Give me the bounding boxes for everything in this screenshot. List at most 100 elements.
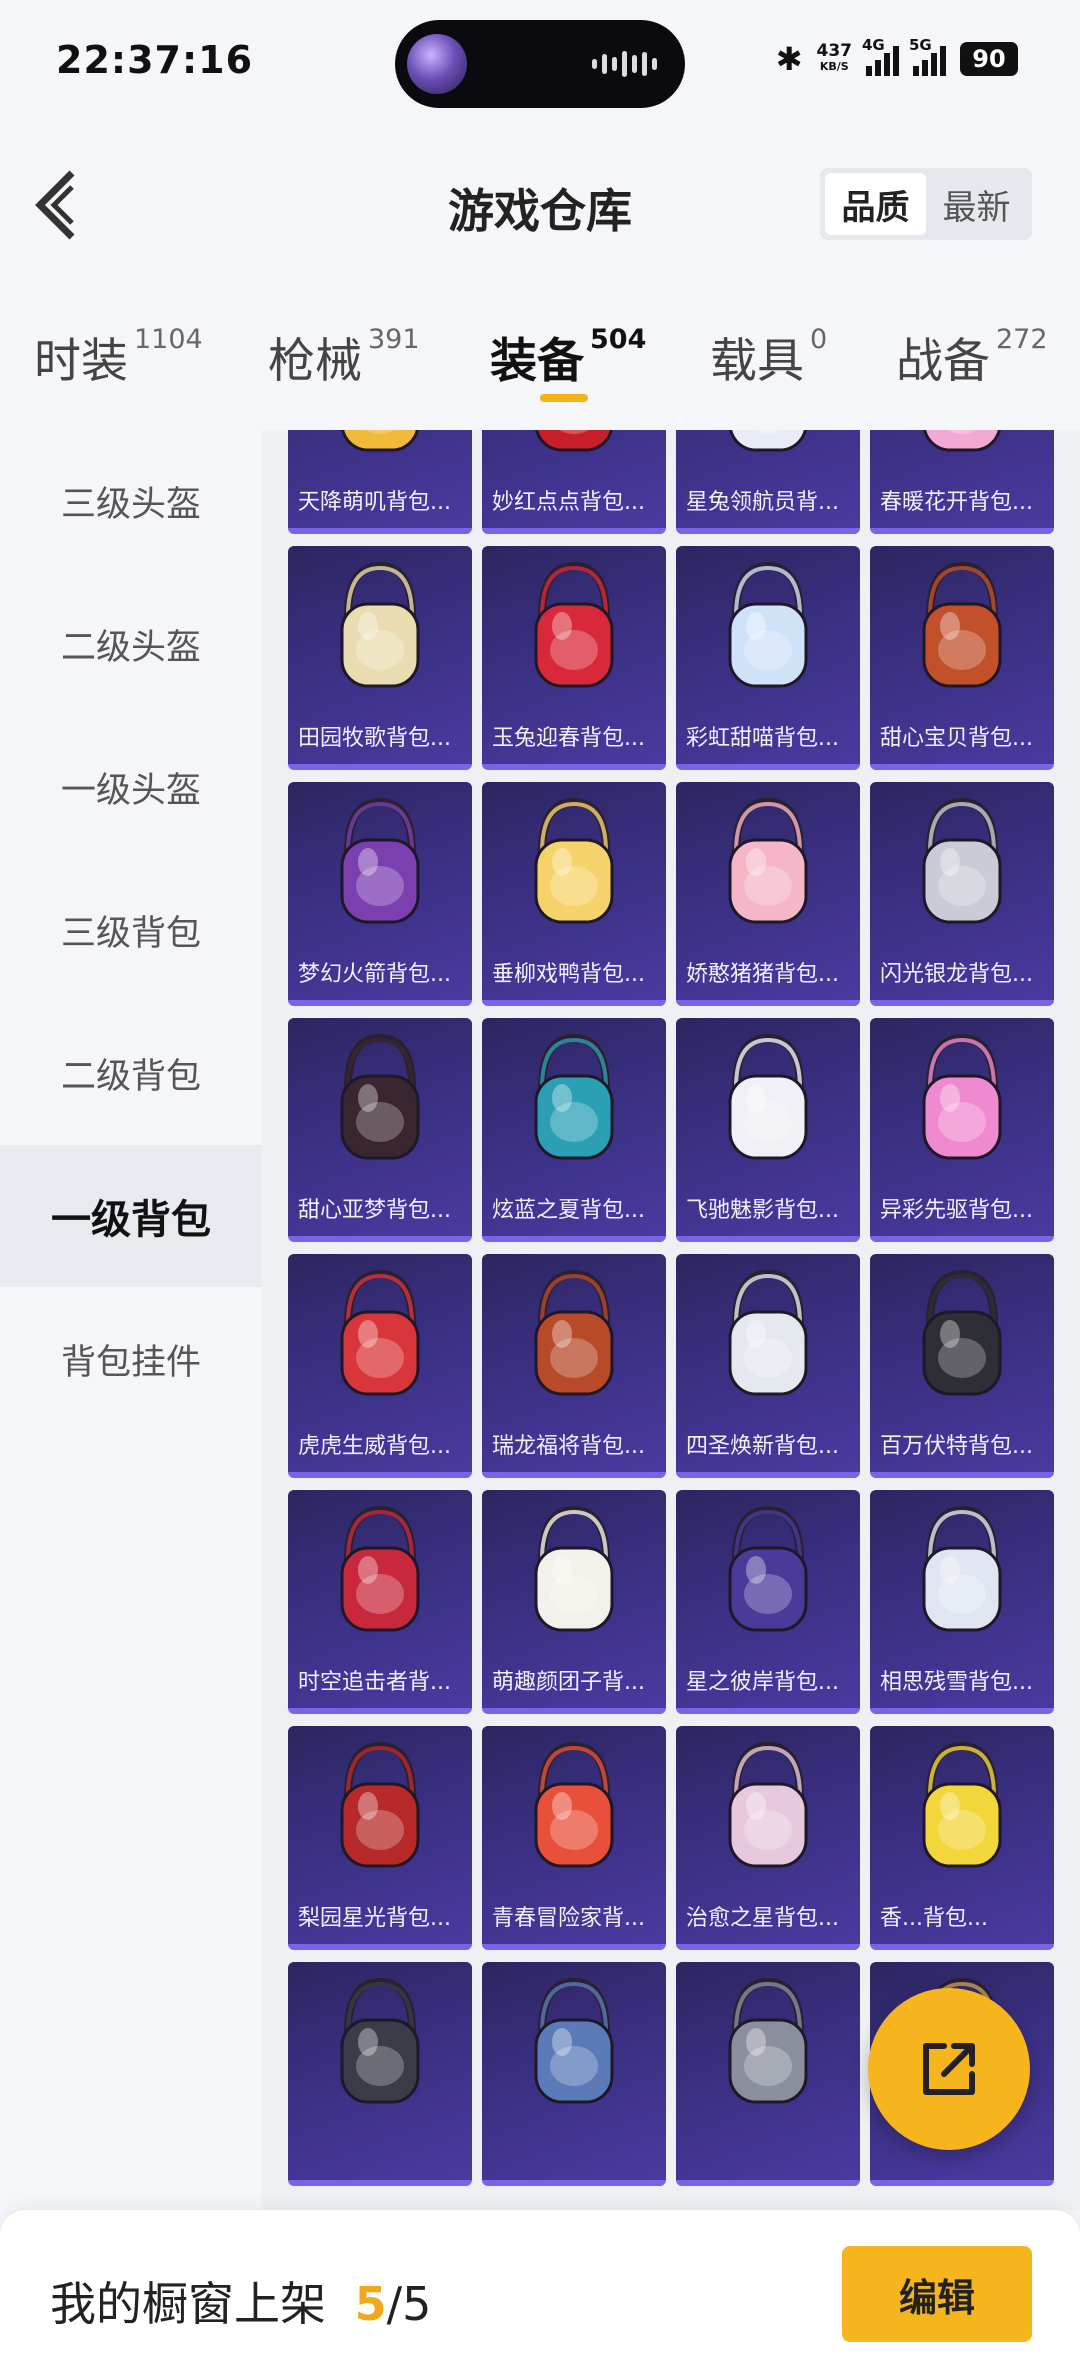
- tab-count: 1104: [134, 324, 203, 355]
- sort-toggle: 品质 最新: [820, 168, 1032, 240]
- dynamic-island[interactable]: [395, 20, 685, 108]
- backpack-icon: [870, 782, 1054, 952]
- item-card[interactable]: [676, 1962, 860, 2186]
- backpack-icon: [676, 782, 860, 952]
- tab-vehicles[interactable]: 载具 0: [710, 322, 827, 391]
- tab-label: 枪械: [268, 334, 362, 389]
- sort-quality-option[interactable]: 品质: [825, 173, 926, 235]
- showcase-status: 我的橱窗上架 5/5: [50, 2268, 431, 2334]
- item-name: 异彩先驱背包...: [880, 1198, 1033, 1223]
- item-card[interactable]: 天降萌叽背包...: [288, 430, 472, 534]
- sidebar-item-backpack-1[interactable]: 一级背包: [0, 1145, 262, 1287]
- item-card[interactable]: 彩虹甜喵背包...: [676, 546, 860, 770]
- item-card[interactable]: 异彩先驱背包...: [870, 1018, 1054, 1242]
- tab-label: 装备: [490, 334, 584, 389]
- backpack-icon: [676, 1254, 860, 1424]
- backpack-icon: [288, 430, 472, 480]
- backpack-icon: [288, 1490, 472, 1660]
- backpack-icon: [288, 782, 472, 952]
- tab-supplies[interactable]: 战备 272: [896, 322, 1048, 391]
- tab-weapons[interactable]: 枪械 391: [268, 322, 420, 391]
- sidebar-item-helmet-3[interactable]: 三级头盔: [0, 430, 262, 572]
- item-card[interactable]: 青春冒险家背...: [482, 1726, 666, 1950]
- item-name: 时空追击者背...: [298, 1670, 451, 1695]
- item-name: 梦幻火箭背包...: [298, 962, 451, 987]
- item-name: 垂柳戏鸭背包...: [492, 962, 645, 987]
- item-card[interactable]: 甜心宝贝背包...: [870, 546, 1054, 770]
- backpack-icon: [288, 1962, 472, 2132]
- sort-newest-option[interactable]: 最新: [926, 173, 1027, 235]
- status-time: 22:37:16: [56, 38, 254, 82]
- item-name: 闪光银龙背包...: [880, 962, 1033, 987]
- app-header: 游戏仓库 品质 最新: [0, 125, 1080, 280]
- network-speed: 437 KB/S: [817, 43, 853, 75]
- item-card[interactable]: 相思残雪背包...: [870, 1490, 1054, 1714]
- item-card[interactable]: 星之彼岸背包...: [676, 1490, 860, 1714]
- backpack-icon: [482, 546, 666, 716]
- backpack-icon: [288, 1018, 472, 1188]
- share-button[interactable]: [868, 1988, 1030, 2150]
- backpack-icon: [482, 782, 666, 952]
- sidebar-item-helmet-2[interactable]: 二级头盔: [0, 573, 262, 715]
- tab-count: 504: [590, 324, 647, 355]
- backpack-icon: [870, 1018, 1054, 1188]
- item-card[interactable]: 香...背包...: [870, 1726, 1054, 1950]
- backpack-icon: [870, 1254, 1054, 1424]
- active-tab-indicator: [540, 394, 588, 402]
- item-card[interactable]: 时空追击者背...: [288, 1490, 472, 1714]
- item-name: 相思残雪背包...: [880, 1670, 1033, 1695]
- item-card[interactable]: 玉兔迎春背包...: [482, 546, 666, 770]
- sidebar-item-backpack-charm[interactable]: 背包挂件: [0, 1288, 262, 1430]
- item-card[interactable]: [482, 1962, 666, 2186]
- item-name: 瑞龙福将背包...: [492, 1434, 645, 1459]
- status-bar: 22:37:16 ✱ 437 KB/S 4G 5G 90: [0, 0, 1080, 125]
- item-card[interactable]: 炫蓝之夏背包...: [482, 1018, 666, 1242]
- item-name: 百万伏特背包...: [880, 1434, 1033, 1459]
- item-card[interactable]: 四圣焕新背包...: [676, 1254, 860, 1478]
- signal-5g-label: 5G: [909, 36, 932, 54]
- item-card[interactable]: 瑞龙福将背包...: [482, 1254, 666, 1478]
- item-card[interactable]: 星兔领航员背...: [676, 430, 860, 534]
- item-card[interactable]: 治愈之星背包...: [676, 1726, 860, 1950]
- sidebar-item-backpack-3[interactable]: 三级背包: [0, 859, 262, 1001]
- sidebar: 三级头盔 二级头盔 一级头盔 三级背包 二级背包 一级背包 背包挂件: [0, 430, 262, 2210]
- backpack-icon: [676, 1018, 860, 1188]
- net-speed-unit: KB/S: [819, 60, 849, 73]
- music-avatar-icon: [407, 34, 467, 94]
- item-card[interactable]: 虎虎生威背包...: [288, 1254, 472, 1478]
- item-name: 甜心宝贝背包...: [880, 726, 1033, 751]
- sidebar-item-backpack-2[interactable]: 二级背包: [0, 1002, 262, 1144]
- showcase-count: 5: [354, 2277, 387, 2331]
- battery-icon: 90: [960, 42, 1018, 76]
- edit-button[interactable]: 编辑: [842, 2246, 1032, 2342]
- tab-count: 391: [368, 324, 420, 355]
- tab-equipment[interactable]: 装备 504: [490, 322, 646, 391]
- tab-fashion[interactable]: 时装 1104: [34, 322, 203, 391]
- item-name: 四圣焕新背包...: [686, 1434, 839, 1459]
- item-card[interactable]: 垂柳戏鸭背包...: [482, 782, 666, 1006]
- item-card[interactable]: 百万伏特背包...: [870, 1254, 1054, 1478]
- item-card[interactable]: 甜心亚梦背包...: [288, 1018, 472, 1242]
- item-card[interactable]: 田园牧歌背包...: [288, 546, 472, 770]
- showcase-total: /5: [386, 2277, 432, 2331]
- item-card[interactable]: 闪光银龙背包...: [870, 782, 1054, 1006]
- backpack-icon: [288, 546, 472, 716]
- sidebar-item-helmet-1[interactable]: 一级头盔: [0, 716, 262, 858]
- bottom-bar: 我的橱窗上架 5/5 编辑: [0, 2210, 1080, 2375]
- item-card[interactable]: 梦幻火箭背包...: [288, 782, 472, 1006]
- item-card[interactable]: 飞驰魅影背包...: [676, 1018, 860, 1242]
- backpack-icon: [676, 430, 860, 480]
- item-card[interactable]: 妙红点点背包...: [482, 430, 666, 534]
- item-name: 彩虹甜喵背包...: [686, 726, 839, 751]
- backpack-icon: [288, 1726, 472, 1896]
- backpack-icon: [676, 1962, 860, 2132]
- item-card[interactable]: 萌趣颜团子背...: [482, 1490, 666, 1714]
- item-name: 治愈之星背包...: [686, 1906, 839, 1931]
- item-card[interactable]: 春暖花开背包...: [870, 430, 1054, 534]
- tab-label: 战备: [896, 334, 990, 389]
- item-card[interactable]: 娇憨猪猪背包...: [676, 782, 860, 1006]
- item-name: 虎虎生威背包...: [298, 1434, 451, 1459]
- net-speed-value: 437: [816, 41, 853, 61]
- item-card[interactable]: [288, 1962, 472, 2186]
- item-card[interactable]: 梨园星光背包...: [288, 1726, 472, 1950]
